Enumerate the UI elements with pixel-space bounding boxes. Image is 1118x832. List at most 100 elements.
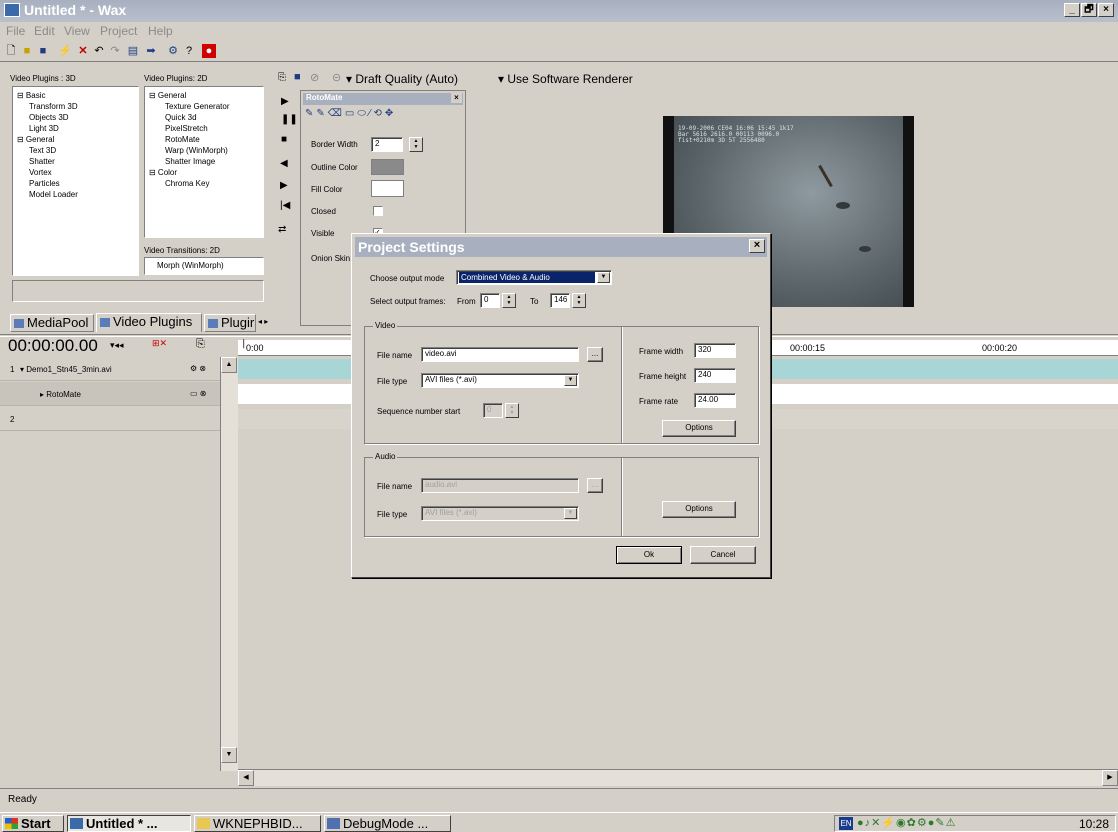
track-row[interactable]: ▸ RotoMate ▭ ⊗ [0,382,220,406]
audio-file-name-input[interactable]: audio.avi [421,478,579,493]
sequence-start-spinner[interactable]: ▲ ▼ [505,403,519,418]
stop-icon[interactable]: ■ [281,134,287,145]
frame-rate-input[interactable]: 24.00 [694,393,736,408]
scroll-up-button[interactable]: ▲ [221,357,237,373]
prev-frame-icon[interactable]: ◀ [280,158,288,169]
plugin-model-loader[interactable]: Model Loader [17,189,134,200]
timeline-hscrollbar[interactable]: ◀ ▶ [238,769,1118,786]
transition-morph-winmorph[interactable]: Morph (WinMorph) [149,260,259,271]
next-frame-icon[interactable]: ▶ [280,180,288,191]
loop-icon[interactable]: ⇄ [278,224,286,235]
minimize-button[interactable]: _ [1064,3,1080,17]
task-debugmode[interactable]: DebugMode ... [324,815,451,832]
menu-project[interactable]: Project [100,24,137,38]
quality-dropdown[interactable]: ▾ Draft Quality (Auto) [346,72,458,86]
start-button[interactable]: Start [2,815,64,832]
plugin-quick-3d[interactable]: Quick 3d [149,112,259,123]
new-icon[interactable]: 🗋 [4,44,18,58]
tree-node-general[interactable]: ⊟ General [17,134,134,145]
browse-file-button[interactable]: ... [587,347,603,362]
tree-node-color[interactable]: ⊟ Color [149,167,259,178]
scroll-down-button[interactable]: ▼ [221,747,237,763]
tab-video-plugins[interactable]: Video Plugins [96,313,202,332]
plugin-shatter-image[interactable]: Shatter Image [149,156,259,167]
border-width-input[interactable]: 2 [371,137,403,152]
track-visibility-icon[interactable]: ⚙ ⊗ [190,364,206,373]
plugin-warp-winmorph[interactable]: Warp (WinMorph) [149,145,259,156]
sequence-start-input[interactable]: 0 [483,403,503,418]
output-mode-select[interactable]: Combined Video & Audio ▼ [456,270,612,285]
rotomate-close-button[interactable]: × [451,93,462,103]
export-icon[interactable]: ➡ [144,44,158,58]
cancel-button[interactable]: Cancel [690,546,756,564]
plugin-transform-3d[interactable]: Transform 3D [17,101,134,112]
plugin-chroma-key[interactable]: Chroma Key [149,178,259,189]
help-icon[interactable]: ? [182,44,196,58]
timeline-export-icon[interactable]: ⎘ [196,338,205,351]
clock[interactable]: 10:28 [1079,817,1109,831]
closed-checkbox[interactable] [373,206,383,216]
menu-file[interactable]: File [6,24,25,38]
fill-color-swatch[interactable] [371,180,404,197]
to-input[interactable]: 146 [550,293,570,308]
chevron-down-icon[interactable]: ▼ [597,272,610,283]
effect-settings-icon[interactable]: ▭ ⊗ [190,389,206,398]
settings-icon[interactable]: ⚙ [166,44,180,58]
scroll-left-button[interactable]: ◀ [238,770,254,786]
menu-edit[interactable]: Edit [34,24,55,38]
tree-node-general-2d[interactable]: ⊟ General [149,90,259,101]
plugin-rotomate[interactable]: RotoMate [149,134,259,145]
scroll-right-button[interactable]: ▶ [1102,770,1118,786]
tab-scroll-arrows[interactable]: ◂ ▸ [258,317,268,326]
video-options-button[interactable]: Options [662,420,736,437]
plugin-vortex[interactable]: Vortex [17,167,134,178]
from-input[interactable]: 0 [480,293,500,308]
language-indicator[interactable]: EN [839,817,853,830]
audio-file-type-select[interactable]: AVI files (*.avi) ▼ [421,506,579,521]
record-icon[interactable]: ● [202,44,216,58]
from-spinner[interactable]: ▲ ▼ [502,293,516,308]
track-row[interactable]: 2 [0,407,220,431]
chevron-down-icon[interactable]: ▼ [564,508,577,519]
media-icon[interactable]: ▤ [126,44,140,58]
plugin-texture-generator[interactable]: Texture Generator [149,101,259,112]
pause-icon[interactable]: ❚❚ [281,114,298,125]
save-frame-icon[interactable]: ■ [294,71,301,83]
delete-icon[interactable]: ✕ [76,44,90,58]
copy-icon[interactable]: ⎘ [278,72,286,83]
task-folder[interactable]: WKNEPHBID... [194,815,321,832]
plugin-pixelstretch[interactable]: PixelStretch [149,123,259,134]
tab-mediapool[interactable]: MediaPool [10,314,94,332]
track-scrollbar[interactable]: ▲ ▼ [220,357,238,771]
undo-icon[interactable]: ↶ [92,44,106,58]
rotomate-tools[interactable]: ✎✎⌫▭⬭∕⟲✥ [305,108,396,119]
file-type-select[interactable]: AVI files (*.avi) ▼ [421,373,579,388]
file-name-input[interactable]: video.avi [421,347,579,362]
audio-options-button[interactable]: Options [662,501,736,518]
plugin-text-3d[interactable]: Text 3D [17,145,134,156]
plugin-objects-3d[interactable]: Objects 3D [17,112,134,123]
save-icon[interactable]: ■ [36,44,50,58]
open-icon[interactable]: ■ [20,44,34,58]
outline-color-swatch[interactable] [371,159,404,175]
tree-node-basic[interactable]: ⊟ Basic [17,90,134,101]
audio-browse-button[interactable]: ... [587,478,603,493]
timeline-nav-icon[interactable]: ▾◂◂ [110,340,124,351]
renderer-dropdown[interactable]: ▾ Use Software Renderer [498,72,633,86]
timeline-delete-icon[interactable]: ⊞✕ [152,338,167,349]
maximize-button[interactable]: 🗗 [1081,3,1097,17]
close-button[interactable]: × [1098,3,1114,17]
plugin-shatter[interactable]: Shatter [17,156,134,167]
task-untitled[interactable]: Untitled * ... [67,815,191,832]
border-width-spinner[interactable]: ▲ ▼ [409,137,423,152]
to-spinner[interactable]: ▲ ▼ [572,293,586,308]
track-row[interactable]: 1 ▾ Demo1_Stn45_3min.avi ⚙ ⊗ [0,357,220,381]
play-icon[interactable]: ▶ [281,96,289,107]
tray-icons[interactable]: ●♪✕⚡◉✿⚙●✎⚠ [857,816,956,829]
plugin-light-3d[interactable]: Light 3D [17,123,134,134]
plugin-particles[interactable]: Particles [17,178,134,189]
go-start-icon[interactable]: |◀ [280,200,290,211]
tab-plugins-more[interactable]: Plugir [204,314,256,332]
chevron-down-icon[interactable]: ▼ [564,375,577,386]
frame-width-input[interactable]: 320 [694,343,736,358]
